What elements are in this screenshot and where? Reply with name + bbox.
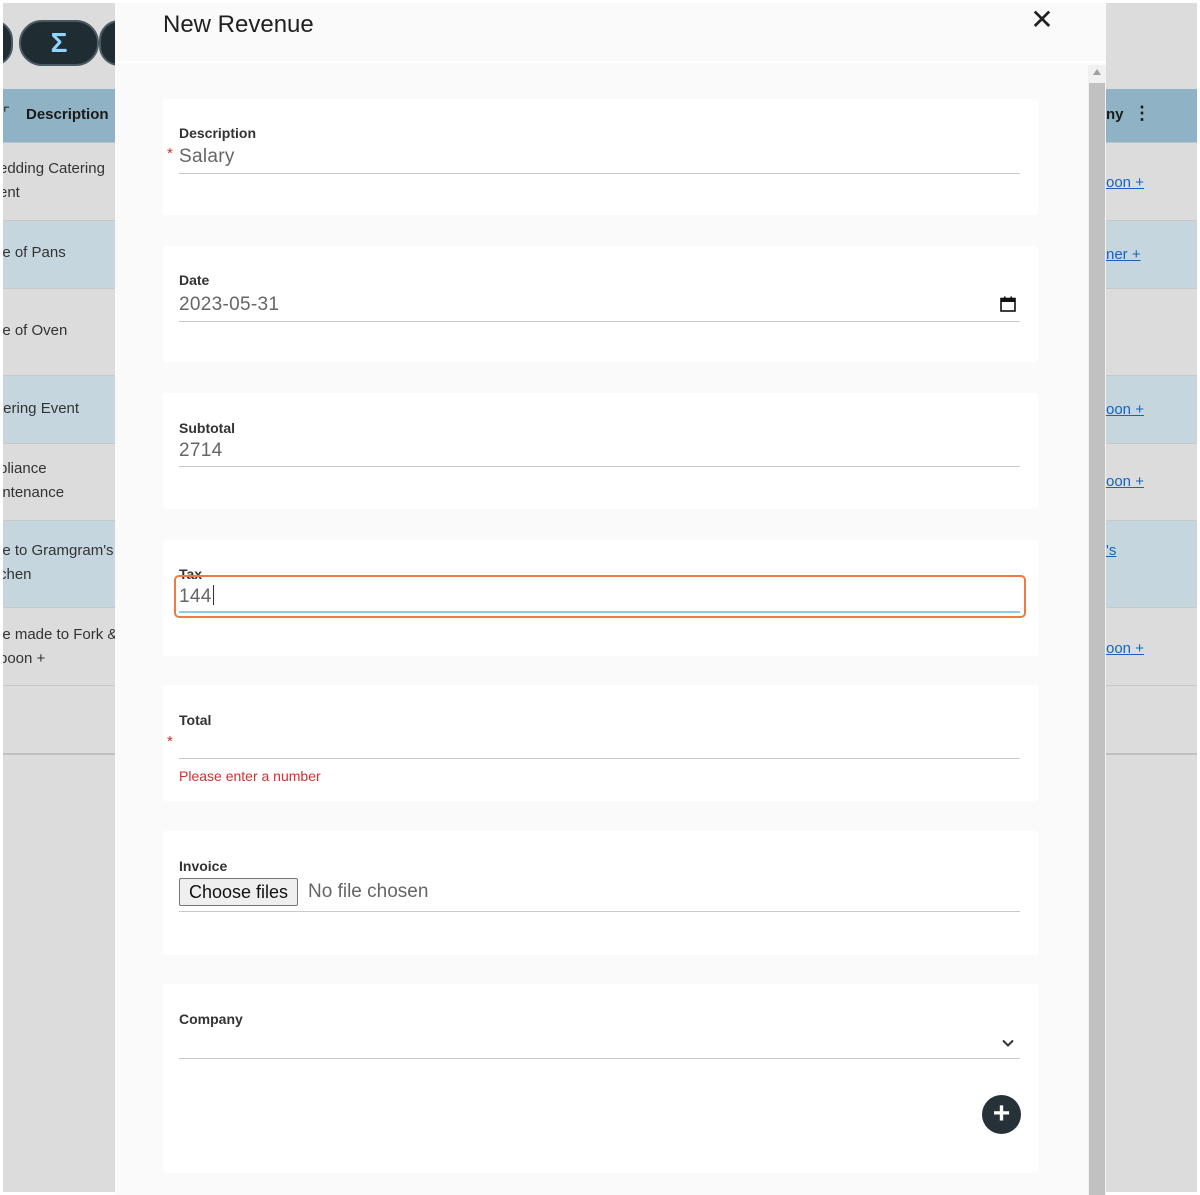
scrollbar-thumb[interactable]: [1089, 83, 1105, 1195]
close-icon[interactable]: ✕: [1027, 5, 1057, 35]
add-company-button[interactable]: +: [982, 1095, 1021, 1134]
scroll-up-arrow-icon[interactable]: [1093, 69, 1101, 75]
company-card: Company +: [163, 984, 1038, 1173]
column-menu-icon[interactable]: ⋮: [1133, 103, 1151, 124]
row-company-link[interactable]: oon +: [1106, 470, 1144, 494]
row-description: le to Gramgram's chen: [3, 542, 114, 583]
total-underline: [179, 758, 1020, 759]
text-caret: [212, 585, 214, 605]
row-company-link[interactable]: 's: [1106, 539, 1116, 563]
row-description: le made to Fork & poon +: [3, 626, 118, 667]
total-label: Total: [179, 712, 212, 728]
column-header-description[interactable]: Description: [26, 106, 109, 123]
row-description: edding Catering ent: [3, 160, 105, 201]
company-label: Company: [179, 1011, 243, 1027]
description-card: Description * Salary: [163, 99, 1038, 215]
company-underline: [179, 1058, 1020, 1059]
row-company-link[interactable]: ner +: [1106, 243, 1141, 267]
new-revenue-dialog: New Revenue ✕ Description * Salary Date …: [115, 3, 1106, 1195]
total-card: Total * Please enter a number: [163, 685, 1038, 801]
column-header-company[interactable]: ny: [1106, 106, 1124, 123]
required-indicator: *: [167, 145, 173, 162]
invoice-label: Invoice: [179, 858, 228, 874]
invoice-card: Invoice Choose files No file chosen: [163, 831, 1038, 955]
total-error-message: Please enter a number: [179, 768, 321, 784]
date-label: Date: [179, 272, 210, 288]
invoice-underline: [179, 911, 1020, 912]
subtotal-underline: [179, 466, 1020, 467]
dialog-scrollbar[interactable]: [1088, 65, 1106, 1195]
row-description: tering Event: [3, 400, 80, 417]
dialog-title: New Revenue: [163, 11, 314, 38]
subtotal-card: Subtotal 2714: [163, 393, 1038, 509]
date-underline: [179, 321, 1020, 322]
calendar-icon[interactable]: [1000, 296, 1016, 312]
row-company-link[interactable]: oon +: [1106, 637, 1144, 661]
sum-button[interactable]: Σ: [19, 20, 99, 66]
choose-files-button[interactable]: Choose files: [179, 878, 299, 906]
row-description: pliance intenance: [3, 460, 65, 501]
description-underline: [179, 173, 1020, 174]
date-input[interactable]: 2023-05-31: [179, 294, 279, 316]
tax-card: Tax 144: [163, 540, 1038, 656]
description-label: Description: [179, 125, 257, 141]
tax-input-value: 144: [179, 586, 212, 607]
tax-underline: [179, 611, 1020, 613]
row-company-link[interactable]: oon +: [1106, 398, 1144, 422]
sort-icon[interactable]: ⌜: [3, 104, 10, 122]
row-description: le of Oven: [3, 322, 68, 339]
chevron-down-icon[interactable]: [1001, 1036, 1015, 1050]
tax-input[interactable]: 144: [179, 585, 214, 608]
date-card: Date 2023-05-31: [163, 246, 1038, 362]
required-indicator: *: [167, 733, 173, 750]
sigma-icon: Σ: [50, 27, 68, 58]
dialog-header: New Revenue ✕: [115, 3, 1106, 63]
row-description: le of Pans: [3, 244, 66, 261]
toolbar-button-left[interactable]: [3, 20, 13, 66]
subtotal-label: Subtotal: [179, 420, 235, 436]
description-input[interactable]: Salary: [179, 146, 235, 168]
subtotal-input[interactable]: 2714: [179, 440, 222, 462]
row-company-link[interactable]: oon +: [1106, 171, 1144, 195]
file-status-text: No file chosen: [308, 881, 429, 902]
